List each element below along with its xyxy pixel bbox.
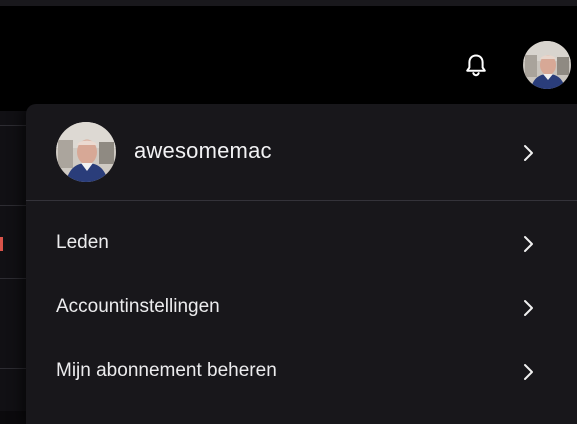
app-header: [0, 6, 577, 111]
divider: [0, 125, 28, 126]
menu-item-leden[interactable]: Leden: [26, 212, 577, 276]
divider: [0, 368, 28, 369]
user-avatar-button[interactable]: [523, 41, 571, 89]
chevron-right-icon: [521, 235, 535, 253]
chevron-right-icon: [521, 363, 535, 381]
profile-dropdown-menu: awesomemac Leden Accountinstellingen Mij…: [26, 104, 577, 424]
avatar-photo: [523, 41, 571, 89]
profile-username: awesomemac: [134, 138, 272, 163]
profile-avatar: [56, 122, 116, 182]
menu-item-label: Leden: [56, 232, 109, 253]
profile-menu-user-row[interactable]: awesomemac: [26, 104, 577, 200]
divider: [0, 205, 28, 206]
bell-icon[interactable]: [462, 51, 490, 79]
background-accent: [0, 237, 3, 251]
menu-item-abonnement[interactable]: Mijn abonnement beheren: [26, 340, 577, 404]
chevron-right-icon: [521, 299, 535, 317]
chevron-right-icon: [521, 144, 535, 162]
menu-divider: [26, 200, 577, 201]
menu-item-label: Accountinstellingen: [56, 296, 220, 317]
menu-item-label: Mijn abonnement beheren: [56, 360, 277, 381]
menu-item-accountinstellingen[interactable]: Accountinstellingen: [26, 276, 577, 340]
divider: [0, 278, 28, 279]
